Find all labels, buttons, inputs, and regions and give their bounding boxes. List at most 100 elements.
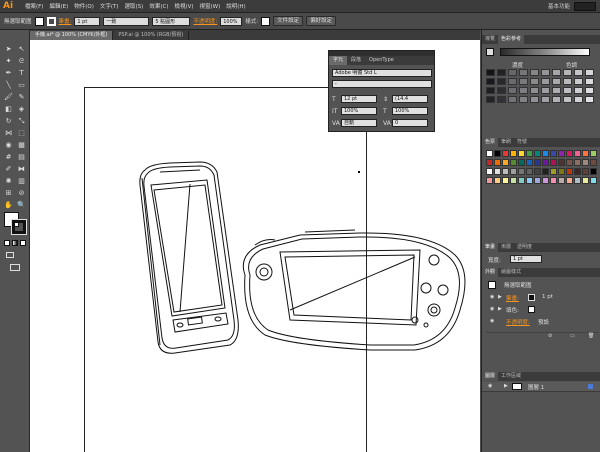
swatch-cell[interactable] — [566, 177, 573, 184]
swatch-cell[interactable] — [526, 150, 533, 157]
swatch-cell[interactable] — [582, 168, 589, 175]
blend-tool-icon[interactable]: ⧓ — [16, 164, 27, 174]
color-guide-cell[interactable] — [563, 87, 572, 94]
swatch-cell[interactable] — [502, 150, 509, 157]
tab-brushes[interactable]: 筆刷 — [498, 138, 514, 147]
stroke-weight-field[interactable]: 1 pt — [74, 16, 101, 26]
tab-color-guide[interactable]: 色彩參考 — [498, 35, 525, 44]
color-guide-cell[interactable] — [530, 69, 539, 76]
color-guide-cell[interactable] — [486, 96, 495, 103]
swatch-cell[interactable] — [534, 159, 541, 166]
color-guide-cell[interactable] — [486, 87, 495, 94]
swatch-cell[interactable] — [494, 159, 501, 166]
swatch-cell[interactable] — [518, 150, 525, 157]
font-style-dropdown[interactable]: - — [332, 80, 432, 88]
hand-tool-icon[interactable]: ✋ — [3, 200, 14, 210]
opacity-label[interactable]: 不透明度: — [193, 17, 217, 25]
color-guide-cell[interactable] — [574, 69, 583, 76]
color-guide-cell[interactable] — [585, 69, 594, 76]
stroke-swatch[interactable] — [46, 16, 56, 26]
swatch-cell[interactable] — [542, 177, 549, 184]
menu-view[interactable]: 檢視(V) — [171, 2, 196, 10]
graph-tool-icon[interactable]: ▥ — [16, 176, 27, 186]
swatch-cell[interactable] — [550, 168, 557, 175]
free-transform-tool-icon[interactable]: ⬚ — [16, 128, 27, 138]
paintbrush-tool-icon[interactable]: 🖌 — [3, 92, 14, 102]
new-item-icon[interactable]: ▭ — [570, 333, 575, 339]
swatch-cell[interactable] — [486, 168, 493, 175]
color-guide-cell[interactable] — [519, 69, 528, 76]
swatch-cell[interactable] — [566, 150, 573, 157]
pencil-tool-icon[interactable]: ✎ — [16, 92, 27, 102]
swatch-cell[interactable] — [550, 177, 557, 184]
color-guide-cell[interactable] — [486, 69, 495, 76]
swatch-cell[interactable] — [486, 150, 493, 157]
color-guide-cell[interactable] — [497, 69, 506, 76]
swatch-cell[interactable] — [518, 168, 525, 175]
appearance-stroke-label[interactable]: 筆畫: — [506, 294, 519, 302]
swatch-cell[interactable] — [510, 168, 517, 175]
layer-expand-icon[interactable]: ▶ — [504, 383, 508, 389]
vertical-scale-field[interactable]: 100% — [341, 107, 377, 115]
artwork[interactable] — [130, 160, 475, 370]
swatch-cell[interactable] — [534, 150, 541, 157]
tab-gradient[interactable]: 漸層 — [498, 243, 514, 252]
mesh-tool-icon[interactable]: # — [3, 152, 14, 162]
color-guide-cell[interactable] — [563, 96, 572, 103]
tab-transparency[interactable]: 透明度 — [514, 243, 535, 252]
menu-select[interactable]: 選取(S) — [122, 2, 147, 10]
screen-mode-icon[interactable] — [10, 264, 20, 271]
gradient-mode-icon[interactable] — [12, 240, 18, 246]
tab-paragraph[interactable]: 段落 — [347, 56, 365, 65]
swatch-cell[interactable] — [542, 159, 549, 166]
swatch-cell[interactable] — [582, 159, 589, 166]
eye-icon[interactable]: ◉ — [490, 294, 494, 300]
menu-object[interactable]: 物件(O) — [71, 2, 97, 10]
swatch-cell[interactable] — [510, 177, 517, 184]
color-guide-cell[interactable] — [552, 96, 561, 103]
menu-effect[interactable]: 效果(C) — [146, 2, 171, 10]
swatch-cell[interactable] — [574, 150, 581, 157]
menu-window[interactable]: 視窗(W) — [197, 2, 224, 10]
layer-name[interactable]: 圖層 1 — [528, 383, 544, 391]
direct-selection-tool-icon[interactable]: ↖ — [16, 44, 27, 54]
font-family-dropdown[interactable]: Adobe 明體 Std L — [332, 69, 432, 77]
document-setup-button[interactable]: 文件設定 — [273, 16, 304, 26]
tab-character[interactable]: 字元 — [329, 56, 348, 65]
swatch-cell[interactable] — [558, 159, 565, 166]
tab-artboards[interactable]: 工作區域 — [498, 372, 524, 381]
swatch-cell[interactable] — [574, 168, 581, 175]
swatch-cell[interactable] — [502, 168, 509, 175]
rectangle-tool-icon[interactable]: ▭ — [16, 80, 27, 90]
rotate-tool-icon[interactable]: ↻ — [3, 116, 14, 126]
swatch-cell[interactable] — [526, 159, 533, 166]
color-guide-cell[interactable] — [574, 87, 583, 94]
swatch-cell[interactable] — [558, 177, 565, 184]
tab-graphic-styles[interactable]: 繪圖樣式 — [498, 268, 524, 277]
color-guide-cell[interactable] — [497, 87, 506, 94]
perspective-grid-tool-icon[interactable]: ▦ — [16, 140, 27, 150]
weight-field[interactable]: 1 pt — [510, 255, 542, 263]
preferences-button[interactable]: 偏好設定 — [306, 16, 337, 26]
color-guide-cell[interactable] — [530, 87, 539, 94]
color-guide-cell[interactable] — [585, 96, 594, 103]
swatch-cell[interactable] — [590, 177, 597, 184]
swatch-cell[interactable] — [558, 168, 565, 175]
swatch-cell[interactable] — [510, 159, 517, 166]
fill-swatch[interactable] — [34, 16, 44, 26]
color-guide-cell[interactable] — [552, 87, 561, 94]
swatch-cell[interactable] — [590, 150, 597, 157]
color-guide-cell[interactable] — [585, 87, 594, 94]
eraser-tool-icon[interactable]: ◧ — [3, 104, 14, 114]
swatches-grid[interactable] — [486, 150, 598, 190]
tab-stroke[interactable]: 筆畫 — [482, 243, 499, 252]
swatch-cell[interactable] — [582, 177, 589, 184]
color-guide-cell[interactable] — [530, 78, 539, 85]
base-color-swatch[interactable] — [486, 48, 494, 56]
draw-mode-icon[interactable] — [6, 252, 14, 258]
color-guide-cell[interactable] — [519, 87, 528, 94]
tab-symbols[interactable]: 符號 — [514, 138, 530, 147]
swatch-cell[interactable] — [518, 177, 525, 184]
expand-fill-icon[interactable]: ▶ — [498, 306, 502, 312]
swatch-cell[interactable] — [534, 168, 541, 175]
